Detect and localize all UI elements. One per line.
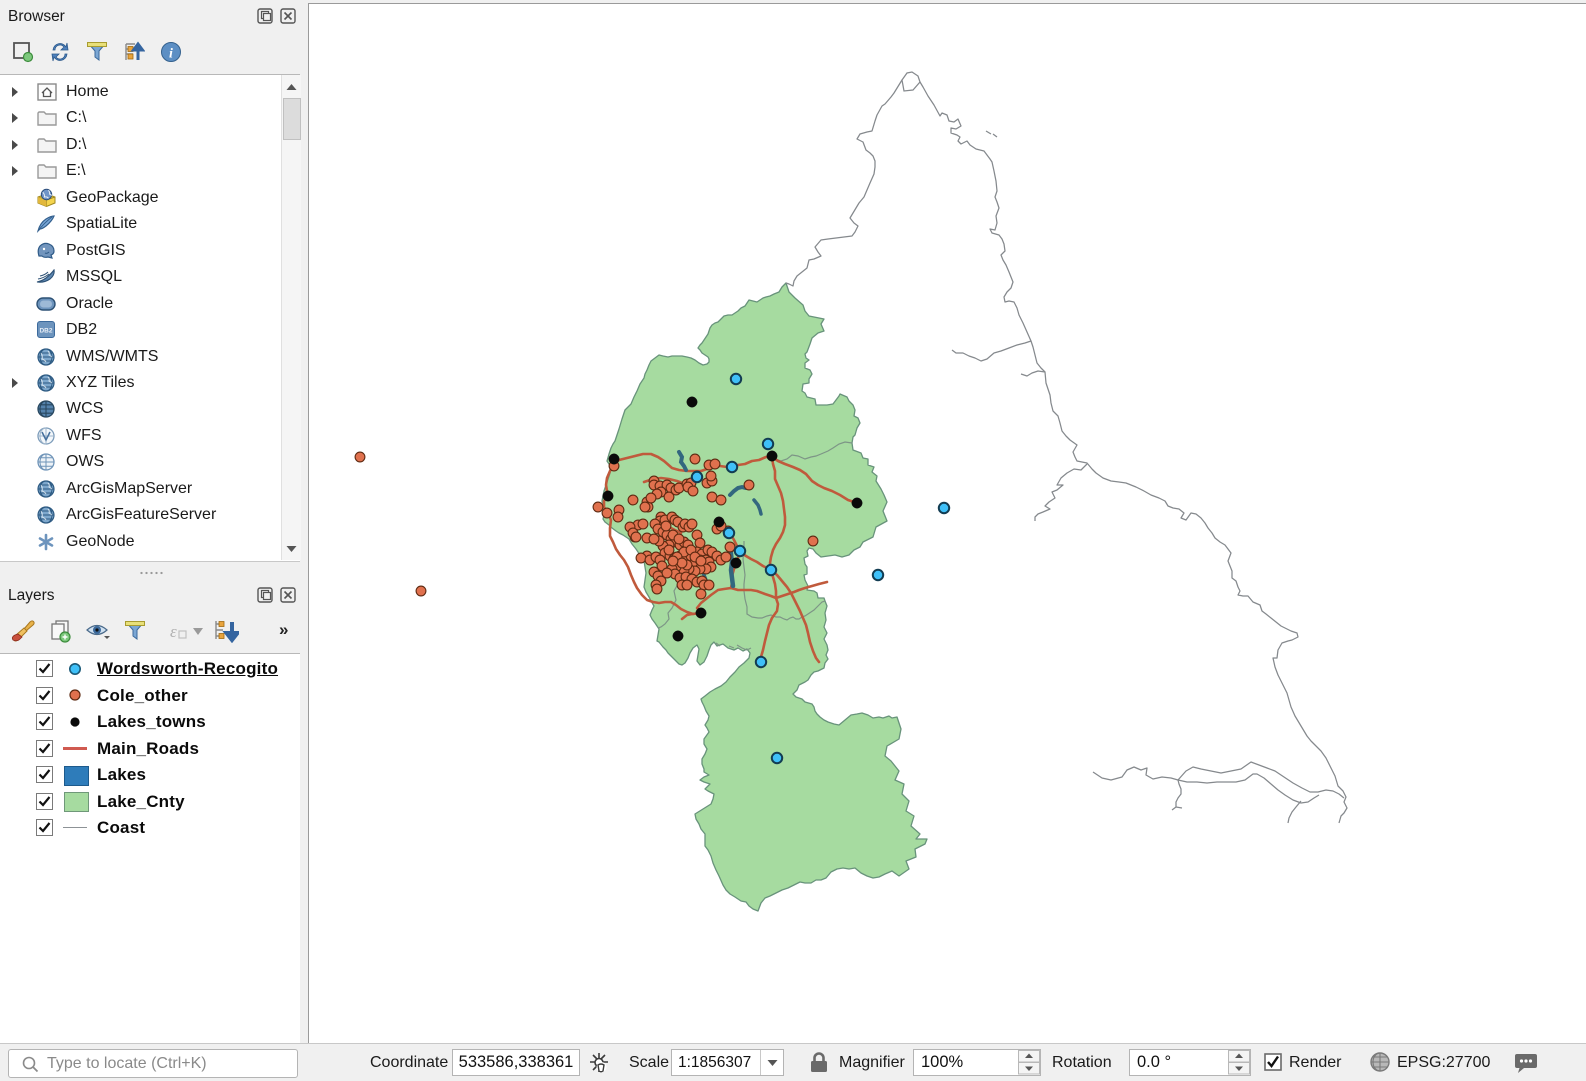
svg-text:ε: ε	[170, 622, 177, 641]
svg-text:DB2: DB2	[39, 328, 52, 335]
